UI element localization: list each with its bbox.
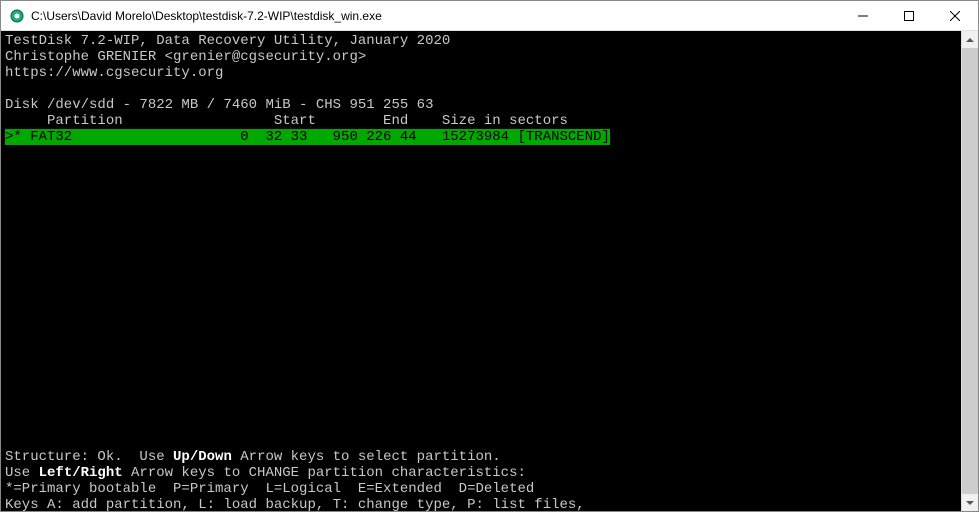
minimize-button[interactable] xyxy=(840,1,886,30)
header-line3: https://www.cgsecurity.org xyxy=(5,65,223,81)
app-icon xyxy=(9,8,25,24)
close-button[interactable] xyxy=(932,1,978,30)
console-output[interactable]: TestDisk 7.2-WIP, Data Recovery Utility,… xyxy=(1,31,961,511)
footer-use: Use Left/Right Arrow keys to CHANGE part… xyxy=(5,465,526,481)
partition-columns: Partition Start End Size in sectors xyxy=(5,113,568,129)
scroll-thumb[interactable] xyxy=(962,48,978,494)
header-line1: TestDisk 7.2-WIP, Data Recovery Utility,… xyxy=(5,33,450,49)
footer-structure: Structure: Ok. Use Up/Down Arrow keys to… xyxy=(5,449,501,465)
disk-info: Disk /dev/sdd - 7822 MB / 7460 MiB - CHS… xyxy=(5,97,433,113)
window-title: C:\Users\David Morelo\Desktop\testdisk-7… xyxy=(31,9,840,23)
vertical-scrollbar[interactable] xyxy=(961,31,978,511)
scroll-down-arrow[interactable] xyxy=(962,494,978,511)
header-line2: Christophe GRENIER <grenier@cgsecurity.o… xyxy=(5,49,366,65)
footer-legend: *=Primary bootable P=Primary L=Logical E… xyxy=(5,481,534,497)
footer-keys: Keys A: add partition, L: load backup, T… xyxy=(5,497,585,511)
updown-key: Up/Down xyxy=(173,449,232,465)
maximize-button[interactable] xyxy=(886,1,932,30)
leftright-key: Left/Right xyxy=(39,465,123,481)
scroll-track[interactable] xyxy=(962,48,978,494)
scroll-up-arrow[interactable] xyxy=(962,31,978,48)
partition-selected[interactable]: >* FAT32 0 32 33 950 226 44 15273984 [TR… xyxy=(5,129,610,145)
window-titlebar: C:\Users\David Morelo\Desktop\testdisk-7… xyxy=(1,1,978,31)
window-controls xyxy=(840,1,978,30)
